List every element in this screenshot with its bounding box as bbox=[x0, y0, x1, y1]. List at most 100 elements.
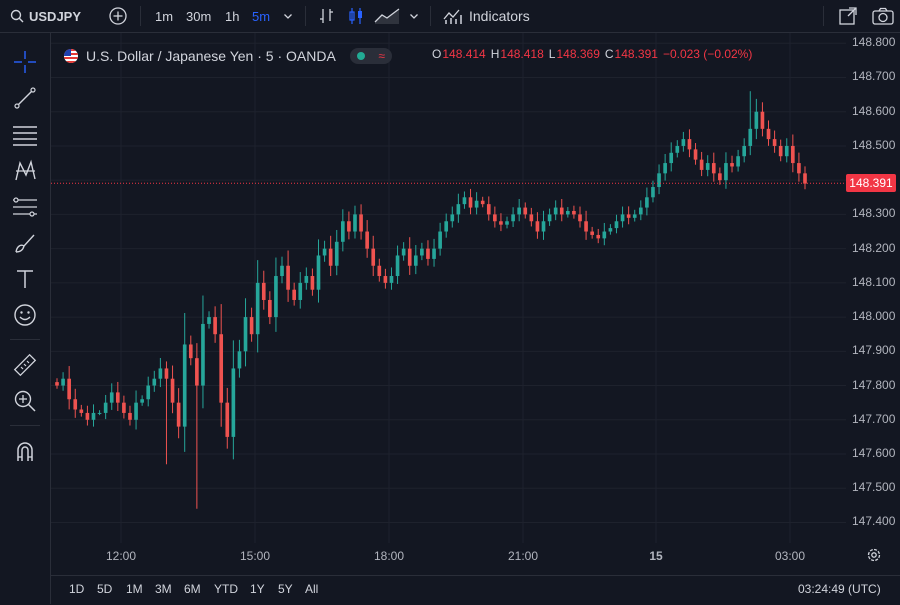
candle-body bbox=[596, 234, 601, 239]
measure-tool[interactable] bbox=[10, 350, 40, 380]
price-axis[interactable]: 148.800148.700148.600148.500148.400148.3… bbox=[846, 33, 900, 543]
candle-body bbox=[420, 248, 424, 256]
candle-body bbox=[280, 265, 284, 277]
range-button-ytd[interactable]: YTD bbox=[214, 582, 238, 596]
y-tick-label: 148.300 bbox=[852, 206, 896, 221]
range-button-3m[interactable]: 3M bbox=[155, 582, 172, 596]
smiley-icon bbox=[14, 304, 36, 326]
bar-style-button[interactable] bbox=[318, 0, 336, 32]
candle-body bbox=[541, 221, 546, 232]
prediction-tool[interactable] bbox=[10, 192, 40, 222]
candle-body bbox=[730, 163, 734, 167]
change-value: −0.023 (−0.02%) bbox=[662, 47, 753, 61]
candle-body bbox=[347, 221, 351, 232]
candle-body bbox=[499, 221, 503, 225]
candle-body bbox=[480, 200, 485, 205]
candle-body bbox=[97, 412, 102, 414]
range-button-6m[interactable]: 6M bbox=[184, 582, 201, 596]
range-button-1d[interactable]: 1D bbox=[69, 582, 84, 596]
candles-style-button[interactable] bbox=[347, 0, 365, 32]
candle-body bbox=[584, 221, 588, 232]
utc-clock[interactable]: 03:24:49 (UTC) bbox=[798, 582, 881, 596]
candle-body bbox=[322, 248, 327, 256]
candle-body bbox=[432, 248, 436, 259]
candle-body bbox=[766, 128, 771, 140]
candle-body bbox=[134, 402, 138, 420]
candle-body bbox=[61, 378, 65, 386]
interval-1h-button[interactable]: 1h bbox=[225, 0, 239, 32]
range-button-5d[interactable]: 5D bbox=[97, 582, 112, 596]
emoji-tool[interactable] bbox=[10, 300, 40, 330]
candle-body bbox=[772, 139, 777, 146]
candle-body bbox=[365, 231, 369, 249]
indicators-button[interactable]: Indicators bbox=[443, 0, 530, 32]
text-icon bbox=[17, 270, 33, 288]
candle-body bbox=[486, 204, 491, 215]
candle-body bbox=[298, 282, 303, 300]
candle-body bbox=[529, 214, 534, 222]
y-tick-label: 147.500 bbox=[852, 480, 896, 495]
zoom-tool[interactable] bbox=[10, 386, 40, 416]
candle-body bbox=[450, 214, 455, 222]
y-tick-label: 147.400 bbox=[852, 514, 896, 529]
interval-1m-button[interactable]: 1m bbox=[155, 0, 173, 32]
interval-5m-button[interactable]: 5m bbox=[252, 0, 270, 32]
candle-body bbox=[778, 145, 783, 157]
interval-30m-button[interactable]: 30m bbox=[186, 0, 211, 32]
pattern-icon bbox=[15, 159, 36, 181]
crosshair-tool[interactable] bbox=[10, 47, 40, 77]
candle-body bbox=[261, 282, 266, 300]
candle-body bbox=[681, 139, 686, 146]
fib-tool[interactable] bbox=[10, 120, 40, 150]
area-chart-icon bbox=[374, 8, 400, 24]
price-chart[interactable] bbox=[51, 33, 846, 543]
candle-body bbox=[711, 163, 716, 174]
compare-button[interactable] bbox=[108, 0, 128, 32]
camera-icon bbox=[872, 7, 894, 25]
candle-body bbox=[128, 412, 132, 420]
screenshot-button[interactable] bbox=[872, 0, 894, 32]
candle-body bbox=[468, 197, 473, 208]
magnet-tool[interactable] bbox=[10, 436, 40, 466]
market-open-dot-icon bbox=[356, 52, 365, 60]
candle-body bbox=[286, 265, 290, 290]
x-tick-label: 15:00 bbox=[239, 549, 271, 563]
text-tool[interactable] bbox=[10, 264, 40, 294]
range-button-1y[interactable]: 1Y bbox=[250, 582, 265, 596]
candle-body bbox=[207, 317, 211, 324]
candle-body bbox=[122, 402, 126, 413]
range-button-1m[interactable]: 1M bbox=[126, 582, 143, 596]
symbol-search[interactable]: USDJPY bbox=[10, 0, 81, 32]
interval-dropdown[interactable] bbox=[282, 0, 294, 32]
candle-body bbox=[219, 334, 224, 403]
trend-line-tool[interactable] bbox=[10, 83, 40, 113]
candle-body bbox=[334, 241, 339, 266]
gear-icon bbox=[867, 548, 881, 562]
candle-body bbox=[675, 145, 680, 153]
brush-tool[interactable] bbox=[10, 228, 40, 258]
candle-body bbox=[401, 248, 406, 256]
range-button-5y[interactable]: 5Y bbox=[278, 582, 293, 596]
candles-icon bbox=[349, 8, 362, 24]
candle-body bbox=[590, 231, 594, 235]
candle-body bbox=[797, 163, 801, 174]
candle-body bbox=[91, 412, 96, 420]
candle-body bbox=[268, 299, 272, 318]
fullscreen-button[interactable] bbox=[838, 0, 858, 32]
candle-body bbox=[353, 214, 357, 232]
candle-body bbox=[578, 214, 582, 222]
pattern-tool[interactable] bbox=[10, 156, 40, 186]
close-key: C bbox=[604, 47, 614, 61]
candle-body bbox=[146, 385, 151, 400]
area-style-button[interactable] bbox=[374, 0, 400, 32]
chart-style-dropdown[interactable] bbox=[408, 0, 420, 32]
candle-body bbox=[438, 231, 442, 249]
candle-body bbox=[462, 197, 467, 205]
axis-settings-button[interactable] bbox=[866, 547, 882, 568]
ruler-icon bbox=[13, 353, 37, 377]
candle-body bbox=[79, 409, 84, 413]
range-button-all[interactable]: All bbox=[305, 582, 318, 596]
last-price-tag: 148.391 bbox=[846, 174, 896, 193]
candle-body bbox=[182, 344, 187, 427]
candle-body bbox=[243, 317, 248, 352]
